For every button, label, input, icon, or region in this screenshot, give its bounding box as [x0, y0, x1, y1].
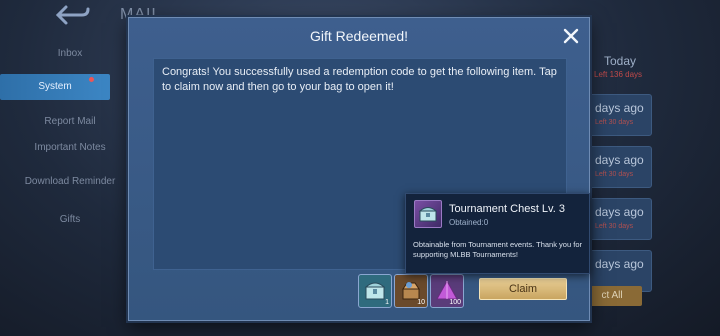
item-obtained: Obtained:0: [449, 218, 489, 227]
mail-sidebar: Inbox System Report Mail Important Notes…: [0, 36, 120, 336]
sidebar-item-inbox[interactable]: Inbox: [20, 48, 120, 59]
mail-card-sub: Left 30 days: [595, 223, 634, 230]
mail-list: Today Left 136 days days ago Left 30 day…: [582, 50, 720, 336]
dialog-title: Gift Redeemed!: [309, 28, 409, 44]
sidebar-item-label: System: [38, 81, 72, 92]
sidebar-item-system[interactable]: System: [0, 74, 110, 100]
item-name: Tournament Chest Lv. 3: [449, 203, 565, 215]
delete-all-button[interactable]: ct All: [582, 286, 642, 306]
tournament-chest-icon: [414, 200, 442, 228]
sidebar-item-important-notes[interactable]: Important Notes: [20, 142, 120, 153]
today-label: Today: [604, 54, 637, 68]
gift-redeemed-dialog: Gift Redeemed! Congrats! You successfull…: [128, 17, 590, 321]
reward-item-fragment[interactable]: 10: [394, 274, 428, 308]
mail-card[interactable]: days ago Left 30 days: [586, 146, 652, 188]
claim-button[interactable]: Claim: [479, 278, 567, 300]
dialog-header: Gift Redeemed!: [129, 18, 589, 54]
mail-card-days: days ago: [595, 257, 644, 271]
mail-card[interactable]: days ago Left 30 days: [586, 198, 652, 240]
notification-dot-icon: [89, 77, 94, 82]
reward-item-chest[interactable]: 1: [358, 274, 392, 308]
today-sublabel: Left 136 days: [594, 70, 643, 79]
close-button[interactable]: [561, 26, 581, 46]
mail-card-sub: Left 30 days: [595, 119, 634, 126]
mail-card-days: days ago: [595, 205, 644, 219]
reward-count: 1: [385, 299, 389, 306]
close-icon: [563, 28, 579, 44]
mail-card[interactable]: days ago Left 30 days: [586, 94, 652, 136]
reward-item-crystal[interactable]: 100: [430, 274, 464, 308]
message-text: Congrats! You successfully used a redemp…: [162, 66, 557, 93]
mail-card-days: days ago: [595, 153, 644, 167]
reward-count: 100: [449, 299, 461, 306]
mail-card-sub: Left 30 days: [595, 171, 634, 178]
back-button[interactable]: [54, 4, 90, 26]
back-arrow-icon: [55, 5, 90, 25]
sidebar-item-report-mail[interactable]: Report Mail: [20, 116, 120, 127]
mail-card-days: days ago: [595, 101, 644, 115]
item-description: Obtainable from Tournament events. Thank…: [413, 240, 582, 259]
reward-count: 10: [417, 299, 425, 306]
item-tooltip: Tournament Chest Lv. 3 Obtained:0 Obtain…: [405, 193, 590, 274]
sidebar-item-download-reminder[interactable]: Download Reminder: [20, 176, 120, 187]
sidebar-item-gifts[interactable]: Gifts: [20, 214, 120, 225]
